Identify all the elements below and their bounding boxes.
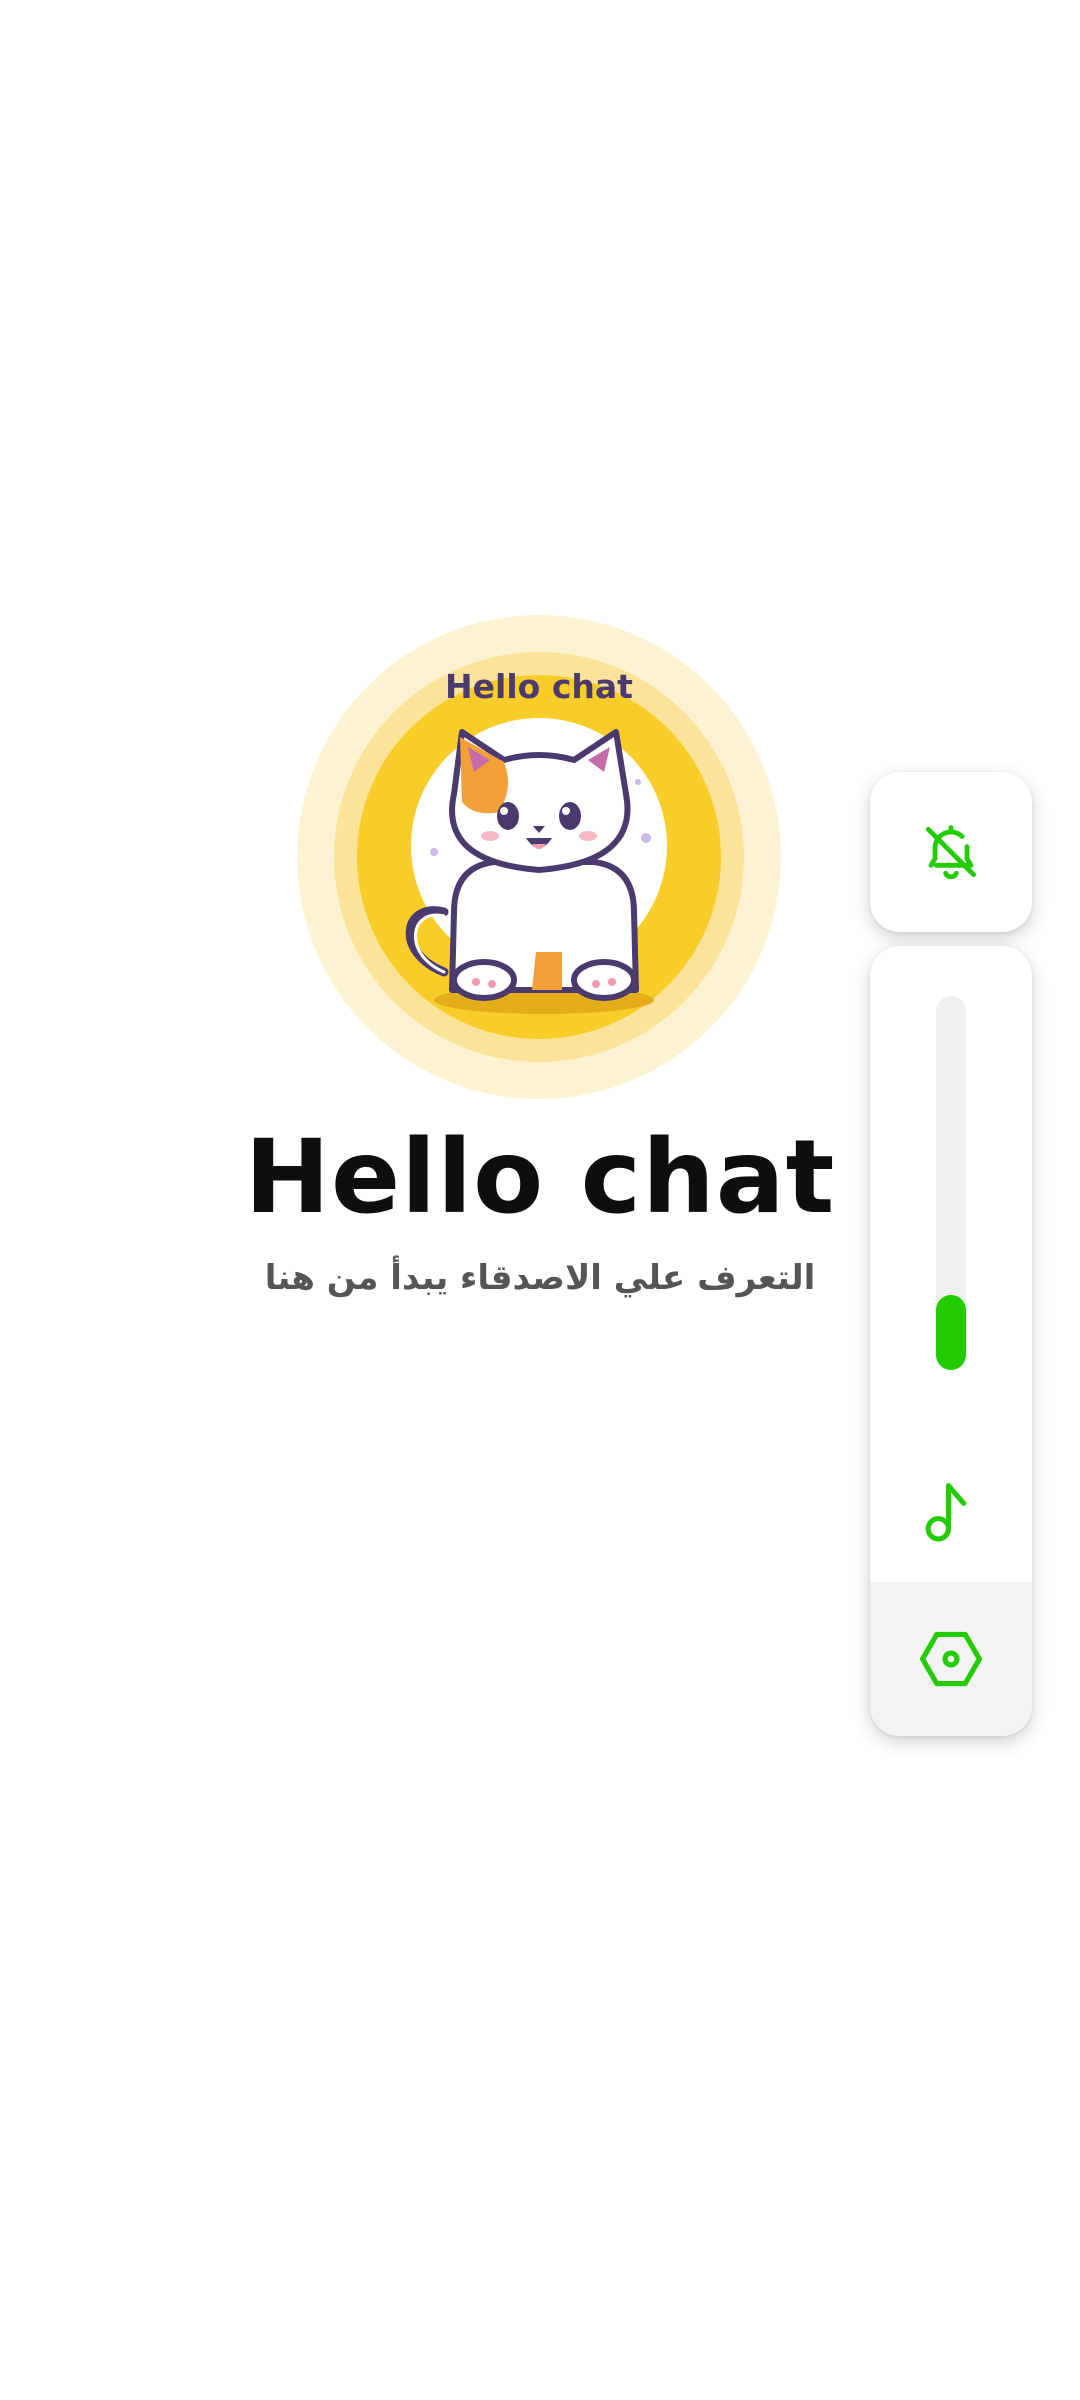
volume-slider-fill[interactable] — [936, 1295, 966, 1370]
ringer-mode-button[interactable] — [870, 772, 1032, 932]
sound-settings-button[interactable] — [870, 1582, 1032, 1736]
logo-badge-text: Hello chat — [445, 667, 633, 706]
music-note-icon — [925, 1483, 967, 1542]
volume-slider[interactable] — [936, 996, 966, 1370]
screen: Hello chat Hello chat التعرف علي الاصدقا… — [0, 0, 1080, 2400]
hexagon-settings-icon — [920, 1631, 982, 1687]
app-logo: Hello chat — [294, 612, 784, 1102]
bell-off-icon — [925, 825, 977, 880]
volume-panel — [870, 946, 1032, 1736]
media-stream-button[interactable] — [870, 1466, 1032, 1556]
